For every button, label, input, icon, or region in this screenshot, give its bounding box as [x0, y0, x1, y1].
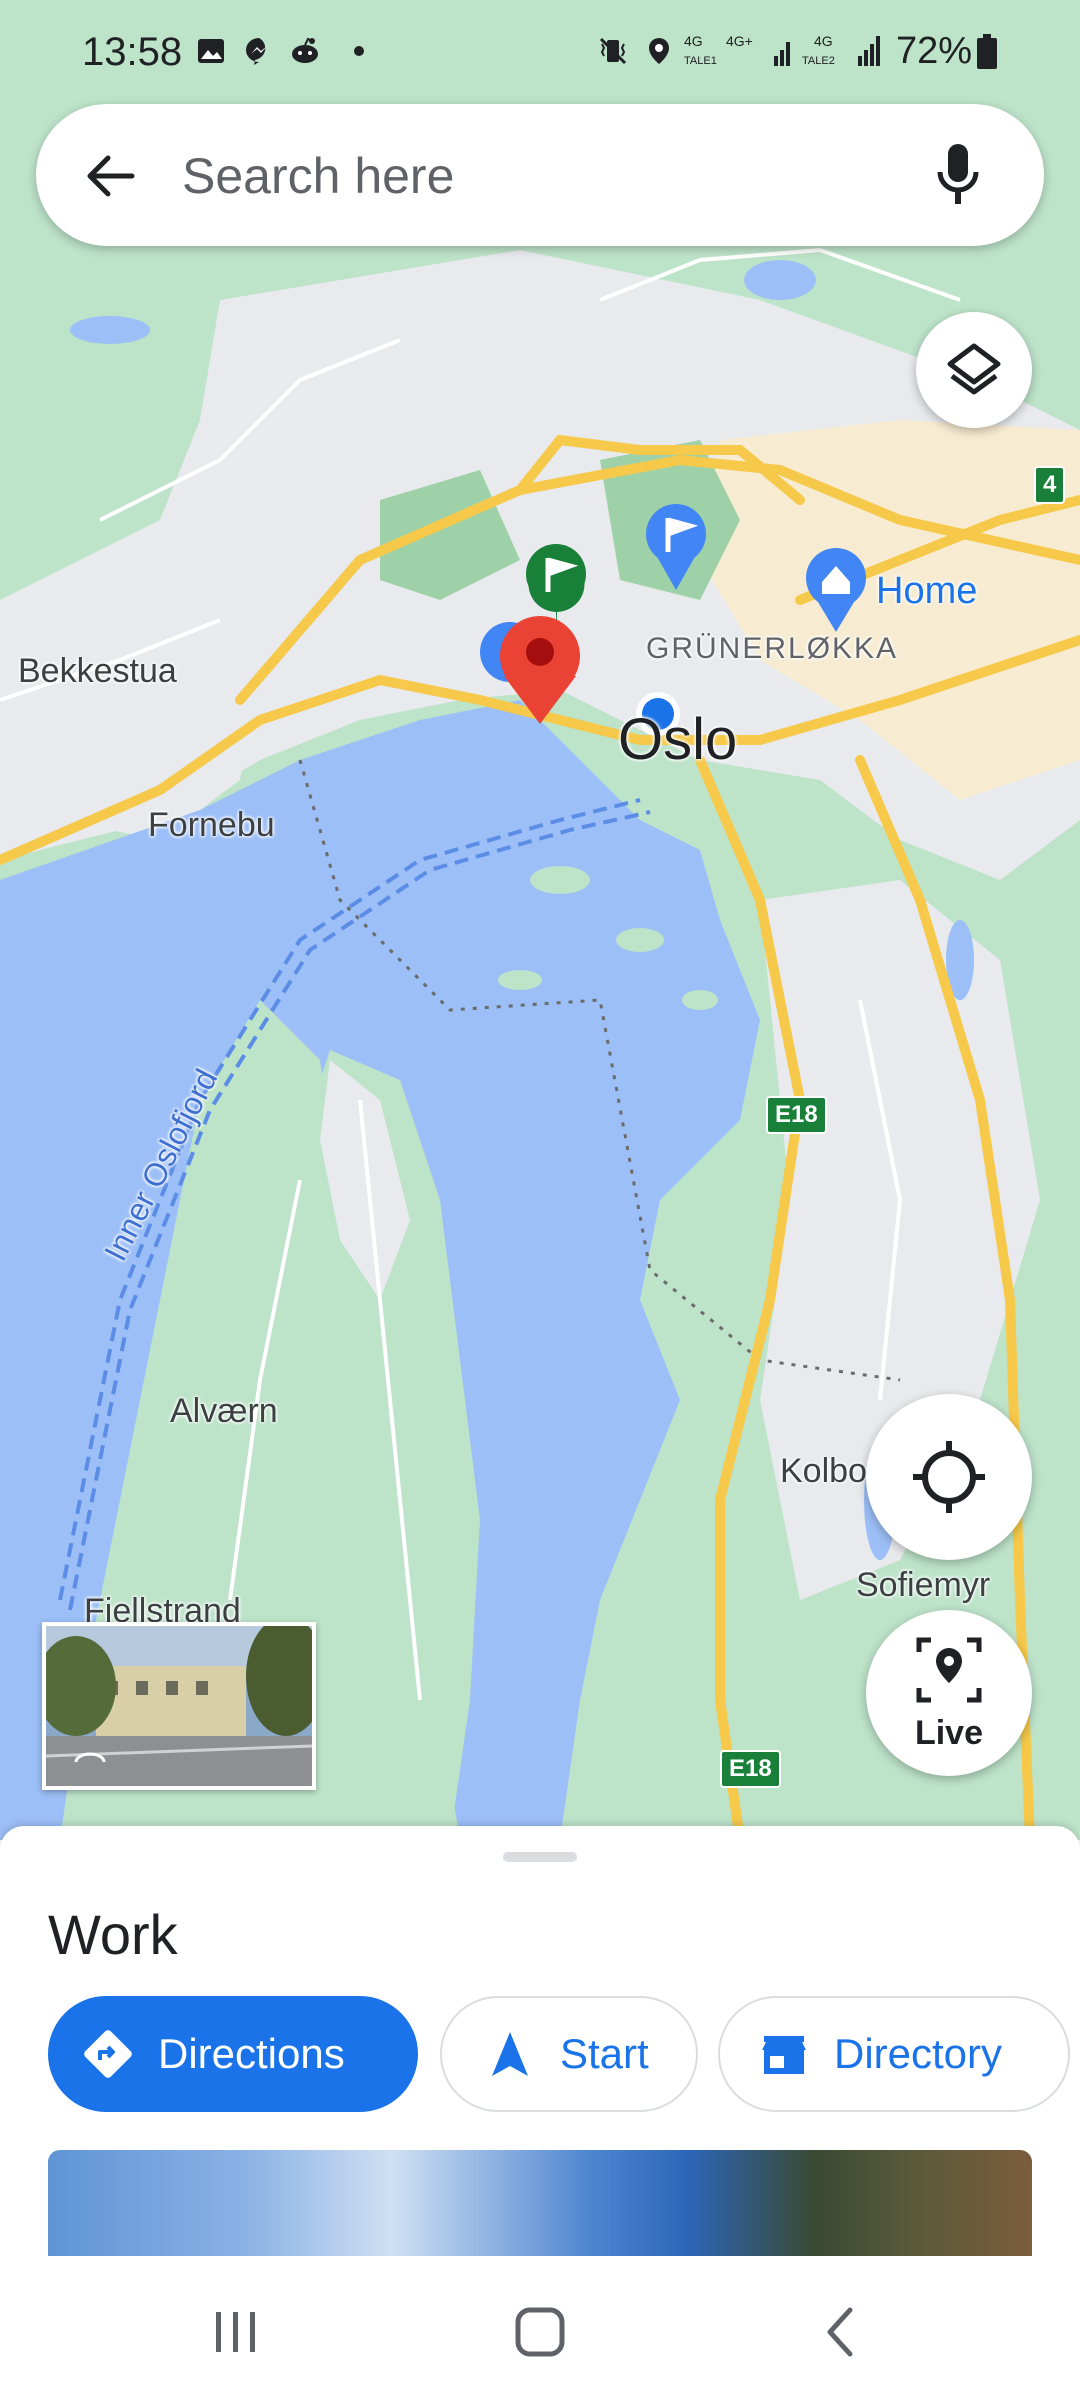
start-button[interactable]: Start	[440, 1996, 698, 2112]
directions-button[interactable]: Directions	[48, 1996, 418, 2112]
place-photo[interactable]	[48, 2150, 1032, 2256]
directions-icon	[84, 2030, 132, 2078]
svg-text:4G+: 4G+	[726, 33, 753, 49]
map-graphic	[0, 0, 1080, 1840]
svg-text:TALE2: TALE2	[802, 55, 835, 67]
map-label-kolbotn: Kolbo	[780, 1452, 867, 1490]
status-bar: 13:58 4G TALE1 4G+ 4G TALE2 72%	[0, 0, 1080, 96]
microphone-icon[interactable]	[936, 142, 980, 208]
location-icon	[649, 38, 669, 64]
signal-4g-sim1-icon: 4G TALE1 4G+	[684, 33, 790, 67]
store-icon	[762, 2036, 806, 2074]
navigation-arrow-icon	[492, 2032, 528, 2076]
map-canvas[interactable]: Oslo GRÜNERLØKKA Home Bekkestua Fornebu …	[0, 0, 1080, 1840]
my-location-icon	[913, 1441, 985, 1513]
live-label: Live	[914, 1714, 984, 1752]
map-label-fornebu: Fornebu	[148, 806, 275, 844]
directory-label: Directory	[834, 2030, 1003, 2077]
search-bar[interactable]	[36, 104, 1044, 246]
street-view-thumbnail[interactable]	[42, 1622, 316, 1790]
start-label: Start	[560, 2030, 649, 2077]
road-shield-e18: E18	[766, 1096, 827, 1134]
search-input[interactable]	[180, 140, 904, 212]
map-label-bekkestua: Bekkestua	[18, 652, 177, 690]
back-icon[interactable]	[810, 2300, 874, 2364]
recent-apps-icon[interactable]	[204, 2300, 268, 2364]
live-view-button[interactable]: Live	[866, 1610, 1032, 1776]
road-shield-4: 4	[1034, 466, 1066, 504]
battery-percentage: 72%	[896, 30, 973, 72]
map-label-home[interactable]: Home	[876, 570, 977, 613]
gallery-icon	[198, 39, 224, 63]
sheet-drag-handle[interactable]	[503, 1852, 577, 1862]
arrow-back-icon[interactable]	[80, 146, 140, 206]
place-title: Work	[48, 1903, 178, 1966]
home-button-icon[interactable]	[508, 2300, 572, 2364]
battery-icon	[977, 34, 997, 69]
layers-button[interactable]	[916, 312, 1032, 428]
map-label-city: Oslo	[618, 707, 738, 772]
map-label-alvaern: Alværn	[170, 1392, 278, 1430]
directory-button[interactable]: Directory	[718, 1996, 1070, 2112]
road-shield-e18: E18	[720, 1750, 781, 1788]
vibrate-icon	[599, 37, 627, 65]
svg-text:4G: 4G	[814, 33, 833, 49]
live-view-icon	[916, 1637, 982, 1703]
directions-label: Directions	[158, 2030, 345, 2077]
map-label-sofiemyr: Sofiemyr	[856, 1566, 991, 1604]
reddit-icon	[292, 37, 318, 63]
svg-text:TALE1: TALE1	[684, 55, 717, 67]
signal-4g-sim2-icon: 4G TALE2	[802, 33, 880, 67]
system-nav-bar	[0, 2256, 1080, 2400]
my-location-button[interactable]	[866, 1394, 1032, 1560]
layers-icon	[947, 343, 1001, 395]
place-bottom-sheet[interactable]: Work Directions Start Directory	[0, 1826, 1080, 2256]
messenger-icon	[246, 38, 267, 65]
map-label-district: GRÜNERLØKKA	[646, 632, 899, 665]
svg-text:4G: 4G	[684, 33, 703, 49]
dot-icon	[354, 46, 364, 56]
status-time: 13:58	[82, 30, 183, 74]
